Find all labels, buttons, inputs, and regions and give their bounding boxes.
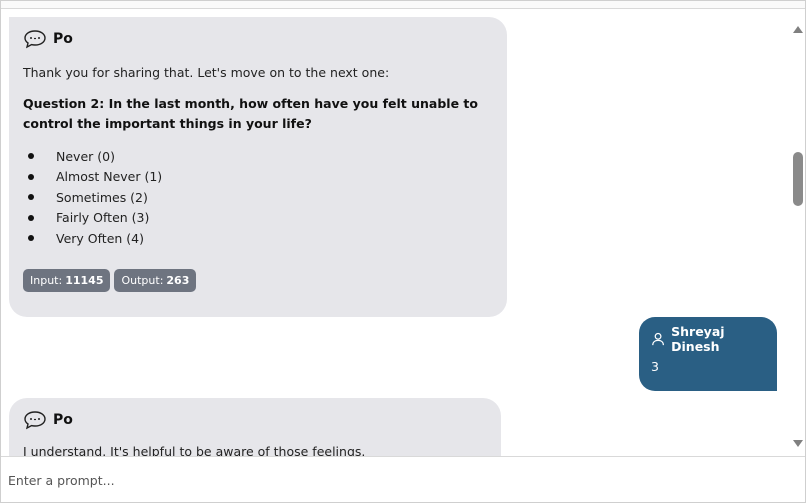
option-label: Never (0) xyxy=(56,148,115,164)
bullet-icon xyxy=(28,153,34,159)
bullet-icon xyxy=(28,194,34,200)
chat-message-list[interactable]: Po Thank you for sharing that. Let's mov… xyxy=(1,9,789,456)
bot-message-text: I understand. It's helpful to be aware o… xyxy=(23,444,366,456)
chat-bubble-icon xyxy=(24,30,46,49)
prompt-bar xyxy=(1,456,805,502)
bot-sender-name: Po xyxy=(53,31,73,47)
option-label: Sometimes (2) xyxy=(56,189,148,205)
bot-sender-name: Po xyxy=(53,412,73,428)
output-token-label: Output: xyxy=(121,273,164,287)
bot-sender-row: Po xyxy=(23,408,487,432)
bot-message: Po Thank you for sharing that. Let's mov… xyxy=(9,17,507,317)
chat-window: Po Thank you for sharing that. Let's mov… xyxy=(0,0,806,503)
list-item: Sometimes (2) xyxy=(23,187,493,208)
bullet-icon xyxy=(28,173,34,180)
chat-scrollbar[interactable] xyxy=(789,9,805,456)
bot-message: Po I understand. It's helpful to be awar… xyxy=(9,398,501,456)
question-text: Question 2: In the last month, how often… xyxy=(23,96,478,131)
option-label: Almost Never (1) xyxy=(56,169,163,185)
option-label: Very Often (4) xyxy=(56,230,144,246)
top-strip xyxy=(1,1,805,9)
token-usage: Input: 11145 Output: 263 xyxy=(23,268,493,292)
chat-bubble-icon xyxy=(24,411,46,430)
user-message-text: 3 xyxy=(651,359,659,374)
list-item: Very Often (4) xyxy=(23,228,493,249)
user-sender-row: Shreyaj Dinesh xyxy=(651,324,765,354)
list-item: Almost Never (1) xyxy=(23,167,493,188)
user-sender-name: Shreyaj Dinesh xyxy=(671,324,725,354)
bullet-icon xyxy=(28,214,34,221)
list-item: Fairly Often (3) xyxy=(23,208,493,229)
scroll-up-arrow-icon[interactable] xyxy=(793,26,803,33)
user-message: Shreyaj Dinesh 3 xyxy=(639,317,777,391)
input-token-value: 11145 xyxy=(65,273,104,287)
prompt-input[interactable] xyxy=(1,457,805,502)
input-token-label: Input: xyxy=(30,273,63,287)
bullet-icon xyxy=(28,235,34,241)
list-item: Never (0) xyxy=(23,146,493,167)
answer-options-list: Never (0) Almost Never (1) Sometimes (2)… xyxy=(23,146,493,249)
bot-message-text: Thank you for sharing that. Let's move o… xyxy=(23,65,390,80)
scroll-down-arrow-icon[interactable] xyxy=(793,440,803,447)
scrollbar-thumb[interactable] xyxy=(793,152,803,206)
bot-sender-row: Po xyxy=(23,27,493,51)
output-token-badge: Output: 263 xyxy=(114,268,197,292)
input-token-badge: Input: 11145 xyxy=(23,268,111,292)
option-label: Fairly Often (3) xyxy=(56,210,150,226)
output-token-value: 263 xyxy=(166,273,190,287)
user-icon xyxy=(652,332,664,346)
